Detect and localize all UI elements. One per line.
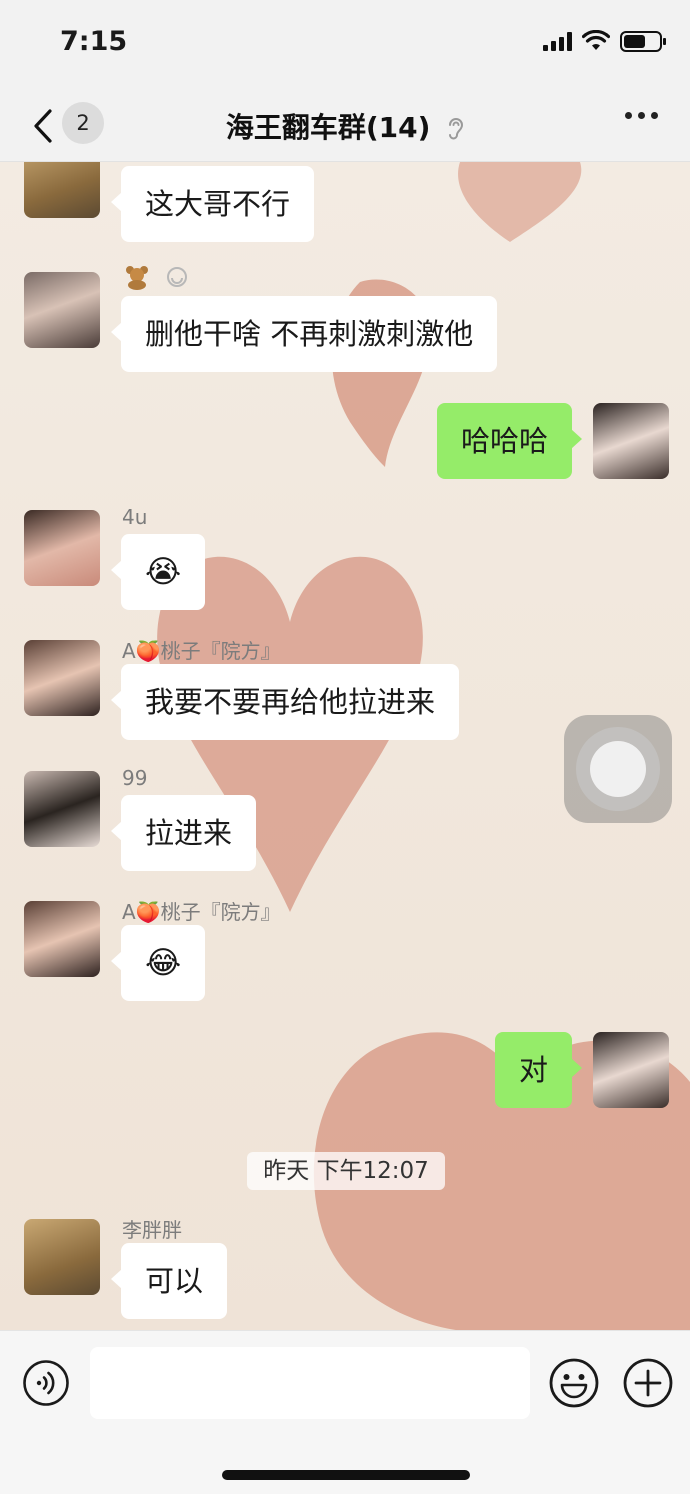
avatar[interactable] bbox=[24, 771, 100, 847]
chat-title: 海王翻车群(14) bbox=[0, 106, 690, 146]
teddy-bear-icon bbox=[126, 266, 148, 290]
avatar[interactable] bbox=[24, 640, 100, 716]
avatar[interactable] bbox=[24, 162, 100, 218]
status-time: 7:15 bbox=[60, 26, 128, 57]
avatar[interactable] bbox=[24, 272, 100, 348]
wifi-icon bbox=[582, 30, 610, 50]
home-indicator[interactable] bbox=[222, 1470, 470, 1480]
status-icons bbox=[543, 30, 666, 52]
status-bar: 7:15 bbox=[0, 0, 690, 88]
assistive-touch-button[interactable] bbox=[564, 715, 672, 823]
avatar[interactable] bbox=[24, 510, 100, 586]
avatar[interactable] bbox=[24, 1219, 100, 1295]
message-bubble[interactable]: 可以 bbox=[110, 1243, 228, 1319]
message-bubble-sent[interactable]: 对 bbox=[494, 1032, 583, 1108]
avatar[interactable] bbox=[24, 901, 100, 977]
wallpaper-heart-small-icon bbox=[458, 162, 582, 242]
time-divider: 昨天 下午12:07 bbox=[247, 1152, 445, 1190]
sender-name: 4u bbox=[122, 505, 148, 529]
emoji-icon[interactable] bbox=[548, 1357, 600, 1409]
message-bubble[interactable]: 😭 bbox=[110, 534, 206, 610]
voice-input-icon[interactable] bbox=[22, 1359, 70, 1407]
sender-name: 99 bbox=[122, 766, 148, 790]
earpiece-mode-icon bbox=[449, 118, 464, 140]
message-bubble[interactable]: 我要不要再给他拉进来 bbox=[110, 664, 460, 740]
message-input[interactable] bbox=[90, 1347, 530, 1419]
sender-name: 李胖胖 bbox=[122, 1218, 182, 1242]
group-name: 海王翻车群(14) bbox=[225, 111, 431, 144]
message-bubble[interactable]: 拉进来 bbox=[110, 795, 257, 871]
message-bubble[interactable]: 这大哥不行 bbox=[110, 166, 315, 242]
sender-name: A🍑桃子『院方』 bbox=[122, 639, 281, 663]
message-bubble-sent[interactable]: 哈哈哈 bbox=[436, 403, 583, 479]
chat-background: 这大哥不行 删他干啥 不再刺激刺激他 哈哈哈 4u 😭 A🍑桃子『院方』 我要不… bbox=[0, 162, 690, 1330]
message-bubble[interactable]: 😂 bbox=[110, 925, 206, 1001]
more-options-icon[interactable] bbox=[625, 112, 658, 119]
my-avatar[interactable] bbox=[593, 1032, 669, 1108]
cellular-signal-icon bbox=[543, 31, 572, 51]
add-more-icon[interactable] bbox=[622, 1357, 674, 1409]
battery-icon bbox=[620, 30, 666, 52]
sender-name: A🍑桃子『院方』 bbox=[122, 900, 281, 924]
my-avatar[interactable] bbox=[593, 403, 669, 479]
smiley-icon bbox=[167, 267, 187, 287]
chat-header: 2 海王翻车群(14) bbox=[0, 88, 690, 162]
message-bubble[interactable]: 删他干啥 不再刺激刺激他 bbox=[110, 296, 498, 372]
input-bar bbox=[0, 1330, 690, 1494]
